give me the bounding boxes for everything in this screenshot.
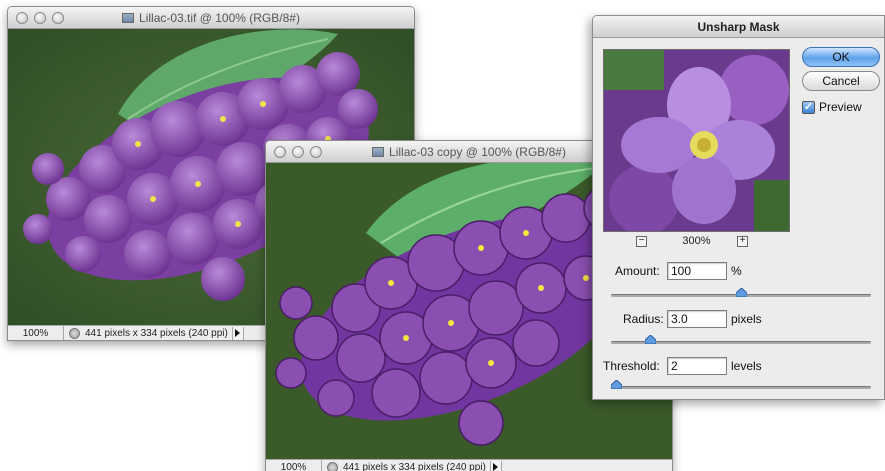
desktop: Lillac-03.tif @ 100% (RGB/8#) 100% 441 p… <box>0 0 885 471</box>
close-button[interactable] <box>16 12 28 24</box>
document-icon <box>122 13 135 23</box>
preview-checkbox[interactable]: ✓ <box>802 100 815 114</box>
close-button[interactable] <box>274 146 286 158</box>
radius-unit: pixels <box>731 312 762 326</box>
zoom-button[interactable] <box>310 146 322 158</box>
document-info: 441 pixels x 334 pixels (240 ppi) <box>343 461 486 471</box>
radius-label: Radius: <box>623 312 664 326</box>
preview-image <box>604 50 789 231</box>
dialog-title: Unsharp Mask <box>697 20 780 34</box>
threshold-slider-thumb[interactable] <box>611 380 622 389</box>
zoom-button[interactable] <box>52 12 64 24</box>
amount-slider-thumb[interactable] <box>735 288 747 297</box>
document-info: 441 pixels x 334 pixels (240 ppi) <box>85 327 228 339</box>
dialog-title-bar[interactable]: Unsharp Mask <box>593 16 884 38</box>
radius-input[interactable] <box>667 310 727 328</box>
zoom-level[interactable]: 100% <box>266 460 322 471</box>
preview-zoom-controls: − 300% + <box>603 235 790 249</box>
document-icon <box>372 147 385 157</box>
preview-zoom-value: 300% <box>682 235 711 247</box>
status-menu-arrow-icon[interactable] <box>489 460 502 471</box>
status-bar: 100% 441 pixels x 334 pixels (240 ppi) <box>266 459 672 471</box>
threshold-input[interactable] <box>667 357 727 375</box>
status-menu-arrow-icon[interactable] <box>231 326 244 340</box>
cancel-button[interactable]: Cancel <box>802 71 880 91</box>
zoom-in-button[interactable]: + <box>737 236 748 247</box>
window-controls <box>274 146 322 158</box>
filter-preview[interactable] <box>603 49 790 232</box>
unsharp-mask-dialog: Unsharp Mask − 300% + OK Cancel ✓ Previe… <box>592 15 885 400</box>
minimize-button[interactable] <box>292 146 304 158</box>
threshold-label: Threshold: <box>603 359 660 373</box>
info-icon[interactable] <box>327 461 338 471</box>
radius-slider-thumb[interactable] <box>644 335 656 344</box>
zoom-level[interactable]: 100% <box>8 326 64 340</box>
amount-input[interactable] <box>667 262 727 280</box>
window-title-bar[interactable]: Lillac-03.tif @ 100% (RGB/8#) <box>8 7 414 29</box>
window-controls <box>16 12 64 24</box>
ok-button[interactable]: OK <box>802 47 880 67</box>
preview-toggle[interactable]: ✓ Preview <box>802 100 862 114</box>
info-icon[interactable] <box>69 327 80 339</box>
amount-unit: % <box>731 264 742 278</box>
threshold-unit: levels <box>731 359 762 373</box>
amount-label: Amount: <box>615 264 660 278</box>
minimize-button[interactable] <box>34 12 46 24</box>
threshold-slider-track[interactable] <box>611 386 871 389</box>
preview-label: Preview <box>819 100 862 114</box>
window-title: Lillac-03.tif @ 100% (RGB/8#) <box>139 11 300 25</box>
window-title: Lillac-03 copy @ 100% (RGB/8#) <box>389 145 566 159</box>
